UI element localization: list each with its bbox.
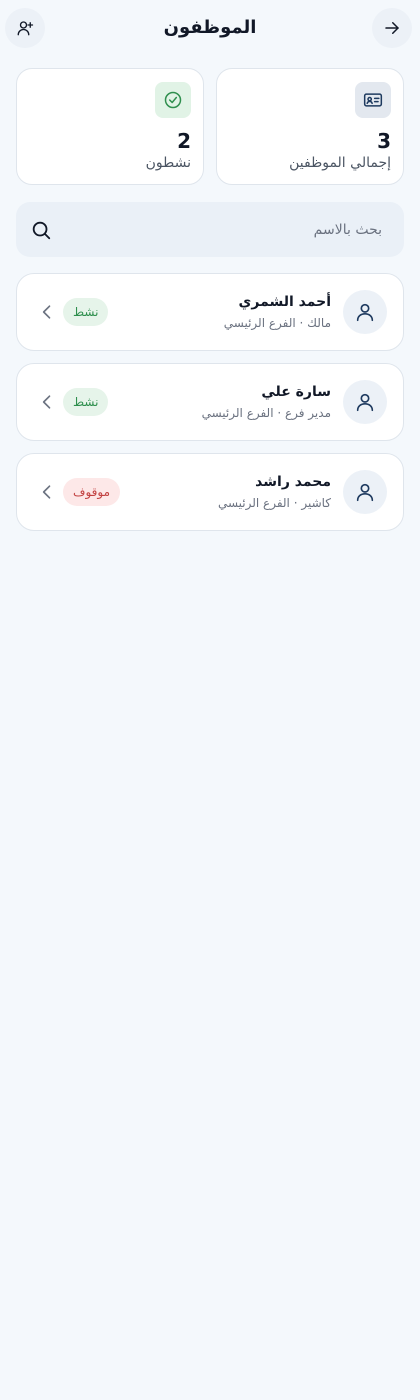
total-employees-card: 3 إجمالي الموظفين [216,68,404,185]
employee-card[interactable]: أحمد الشمري مالك · الفرع الرئيسي نشط [16,273,404,351]
status-badge: نشط [63,388,109,416]
active-employees-label: نشطون [145,155,191,171]
active-employees-value: 2 [177,129,191,153]
avatar [343,290,387,334]
employee-role-branch: مدير فرع · الفرع الرئيسي [201,406,331,420]
employee-card[interactable]: سارة علي مدير فرع · الفرع الرئيسي نشط [16,363,404,441]
user-icon [356,483,374,502]
back-button[interactable] [372,8,412,48]
search-icon[interactable] [30,219,52,241]
avatar [343,470,387,514]
chevron-left-icon [42,305,51,319]
employee-role-branch: مالك · الفرع الرئيسي [223,316,331,330]
active-employees-card: 2 نشطون [16,68,204,185]
status-badge: موقوف [63,478,121,506]
id-card-icon [355,82,391,118]
employee-card[interactable]: محمد راشد كاشير · الفرع الرئيسي موقوف [16,453,404,531]
add-employee-button[interactable] [5,8,45,48]
status-badge: نشط [63,298,109,326]
app-header: الموظفون [0,8,420,48]
user-icon [356,393,374,412]
total-employees-value: 3 [377,129,391,153]
search-input[interactable] [82,202,382,257]
arrow-right-icon [385,22,399,34]
employee-name: أحمد الشمري [238,294,331,310]
page-title: الموظفون [163,17,257,38]
user-plus-icon [17,21,34,36]
employee-role-branch: كاشير · الفرع الرئيسي [217,496,331,510]
employees-page: الموظفون 3 إجمالي الموظفين 2 نشطون بحث ب… [0,0,420,1400]
chevron-left-icon [42,485,51,499]
employee-name: محمد راشد [255,474,331,490]
search-box [16,202,404,257]
user-icon [356,303,374,322]
total-employees-label: إجمالي الموظفين [289,155,391,171]
check-circle-icon [155,82,191,118]
avatar [343,380,387,424]
employee-name: سارة علي [261,384,331,400]
chevron-left-icon [42,395,51,409]
